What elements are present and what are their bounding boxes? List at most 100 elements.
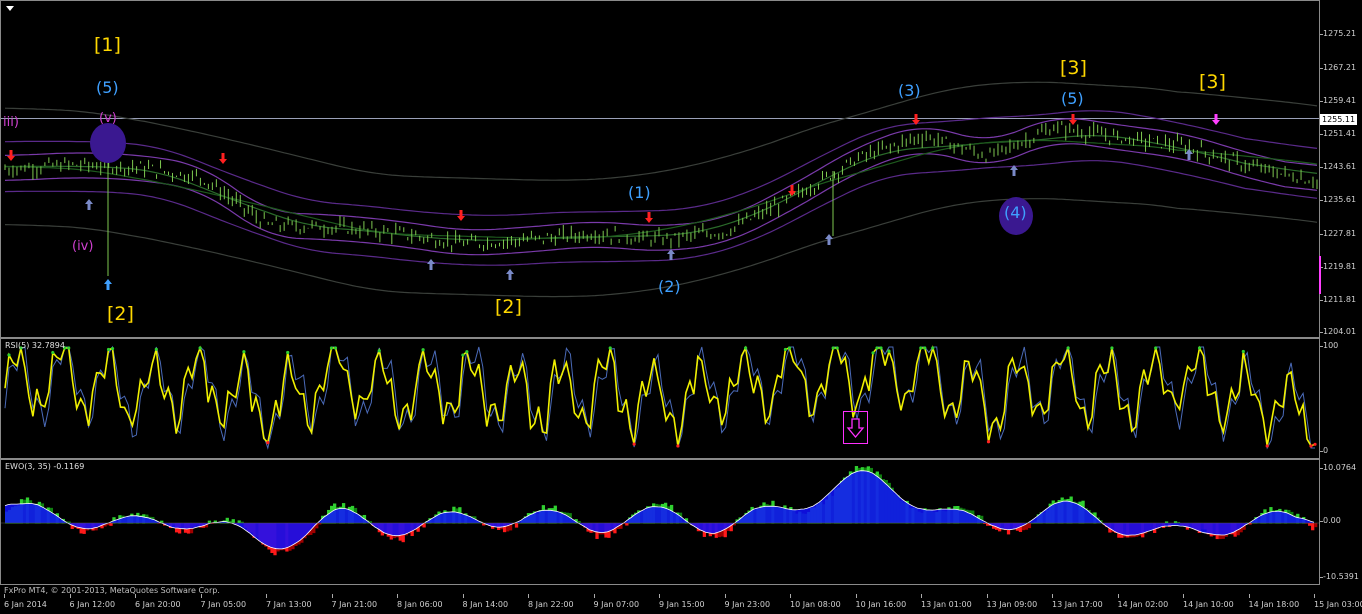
time-tick: 13 Jan 01:00 <box>921 594 972 609</box>
time-tick: 6 Jan 2014 <box>4 594 47 609</box>
rsi-overbought-mark <box>931 346 935 350</box>
rsi-overbought-mark <box>744 346 748 350</box>
rsi-overbought-mark <box>831 346 835 350</box>
ewo-bar <box>1314 523 1318 528</box>
signal-down-box <box>843 411 868 444</box>
wave-label-iii: iii) <box>3 115 19 130</box>
rsi-overbought-mark <box>154 347 158 351</box>
time-tick: 7 Jan 13:00 <box>266 594 312 609</box>
rsi-overbought-mark <box>887 349 891 353</box>
buy-arrow-icon <box>667 249 675 260</box>
time-tick: 6 Jan 20:00 <box>135 594 181 609</box>
wave-label-blue-2: (2) <box>658 277 681 296</box>
price-tick: 1219.81 <box>1319 262 1357 271</box>
rsi-level: 100 <box>1319 341 1339 350</box>
rsi-overbought-mark <box>465 350 469 354</box>
moving-average-line-7 <box>4 139 1318 239</box>
ewo-title: EWO(3, 35) -0.1169 <box>5 462 85 471</box>
rsi-overbought-mark <box>7 353 11 357</box>
wave-label-3b: [3] <box>1199 71 1226 93</box>
ewo-pane[interactable]: EWO(3, 35) -0.1169 <box>0 459 1320 585</box>
time-tick: 14 Jan 02:00 <box>1117 594 1169 609</box>
sell-arrow-icon <box>645 212 653 223</box>
wave-label-blue-3: (3) <box>898 81 921 100</box>
price-axis: 1275.21 1267.21 1259.41 1251.41 1243.61 … <box>1319 0 1362 338</box>
price-tick: 1275.21 <box>1319 29 1357 38</box>
time-axis: 6 Jan 2014 6 Jan 12:00 6 Jan 20:00 7 Jan 05… <box>0 585 1362 614</box>
price-tick: 1267.21 <box>1319 63 1357 72</box>
sell-arrow-icon <box>219 153 227 164</box>
rsi-overbought-mark <box>835 346 839 350</box>
rsi-overbought-mark <box>106 347 111 352</box>
rsi-overbought-mark <box>1066 346 1070 350</box>
rsi-line <box>4 345 1316 447</box>
chart-menu-arrow-icon[interactable] <box>6 6 14 11</box>
current-price-badge: 1255.11 <box>1320 114 1358 125</box>
time-tick: 15 Jan 03:00 <box>1314 594 1362 609</box>
time-tick: 8 Jan 22:00 <box>528 594 574 609</box>
rsi-overbought-mark <box>67 346 71 350</box>
price-tick: 1227.81 <box>1319 229 1357 238</box>
rsi-oversold-mark <box>986 440 991 444</box>
wave-label-blue-5b: (5) <box>1061 89 1084 108</box>
ewo-axis: 10.0764 0.00 -10.5391 <box>1319 459 1362 585</box>
sell-arrow-icon <box>1212 114 1220 125</box>
moving-average-line-0 <box>4 81 1318 181</box>
wave-label-2a: [2] <box>107 303 134 325</box>
time-tick: 7 Jan 05:00 <box>200 594 247 609</box>
rsi-overbought-mark <box>1197 346 1202 350</box>
rsi-oversold-mark <box>676 444 680 448</box>
wave-label-blue-5a: (5) <box>96 78 119 97</box>
price-marker-bar <box>1319 256 1321 294</box>
rsi-overbought-mark <box>879 346 883 350</box>
time-tick: 7 Jan 21:00 <box>331 594 378 609</box>
price-tick: 1251.41 <box>1319 129 1357 138</box>
buy-arrow-icon <box>825 234 833 245</box>
ewo-level: -10.5391 <box>1320 572 1359 581</box>
rsi-overbought-mark <box>875 346 879 350</box>
rsi-overbought-mark <box>871 351 875 355</box>
rsi-overbought-mark <box>286 350 290 355</box>
ewo-bar <box>1311 523 1315 531</box>
rsi-overbought-mark <box>461 353 465 357</box>
rsi-overbought-mark <box>608 346 612 350</box>
time-tick: 13 Jan 17:00 <box>1052 594 1103 609</box>
wave-label-3a: [3] <box>1060 57 1087 79</box>
rsi-pane[interactable]: RSI(5) 32.7894 <box>0 338 1320 459</box>
rsi-oversold-mark <box>1313 442 1317 446</box>
sell-arrow-icon <box>457 210 465 221</box>
rsi-overbought-mark <box>51 350 55 355</box>
rsi-oversold-mark <box>632 442 636 446</box>
moving-average-line-2 <box>5 110 1318 216</box>
rsi-overbought-mark <box>1154 346 1158 350</box>
time-tick: 8 Jan 14:00 <box>462 594 509 609</box>
price-tick: 1259.41 <box>1319 96 1357 105</box>
down-arrow-icon <box>846 418 865 439</box>
time-tick: 9 Jan 15:00 <box>659 594 705 609</box>
ewo-level: 10.0764 <box>1319 463 1357 472</box>
rsi-overbought-mark <box>329 346 334 350</box>
rsi-level: 0 <box>1319 446 1329 455</box>
price-tick: 1243.61 <box>1319 162 1357 171</box>
ewo-bar <box>1308 523 1312 526</box>
ewo-bar <box>625 523 629 526</box>
wave-label-blue-1: (1) <box>628 183 651 202</box>
buy-arrow-icon <box>85 199 93 210</box>
price-tick: 1235.61 <box>1319 195 1357 204</box>
ewo-bar <box>109 523 113 526</box>
time-tick: 13 Jan 09:00 <box>986 594 1038 609</box>
rsi-overbought-mark <box>421 348 425 352</box>
price-chart-pane[interactable]: [1] [2] [2] [3] [3] (5) (1) (2) (3) (5) … <box>0 0 1320 338</box>
time-tick: 6 Jan 12:00 <box>69 594 116 609</box>
ewo-canvas[interactable] <box>1 460 1320 585</box>
time-tick: 10 Jan 16:00 <box>855 594 907 609</box>
ewo-bar <box>1027 523 1032 529</box>
rsi-overbought-mark <box>242 350 246 354</box>
rsi-overbought-mark <box>919 346 923 350</box>
wave-label-1: [1] <box>94 34 121 56</box>
price-tick: 1204.01 <box>1319 327 1357 336</box>
buy-arrow-icon <box>104 279 112 290</box>
rsi-canvas[interactable] <box>1 339 1320 459</box>
wave-label-blue-4: (4) <box>1004 203 1027 222</box>
rsi-oversold-mark <box>1265 444 1269 448</box>
